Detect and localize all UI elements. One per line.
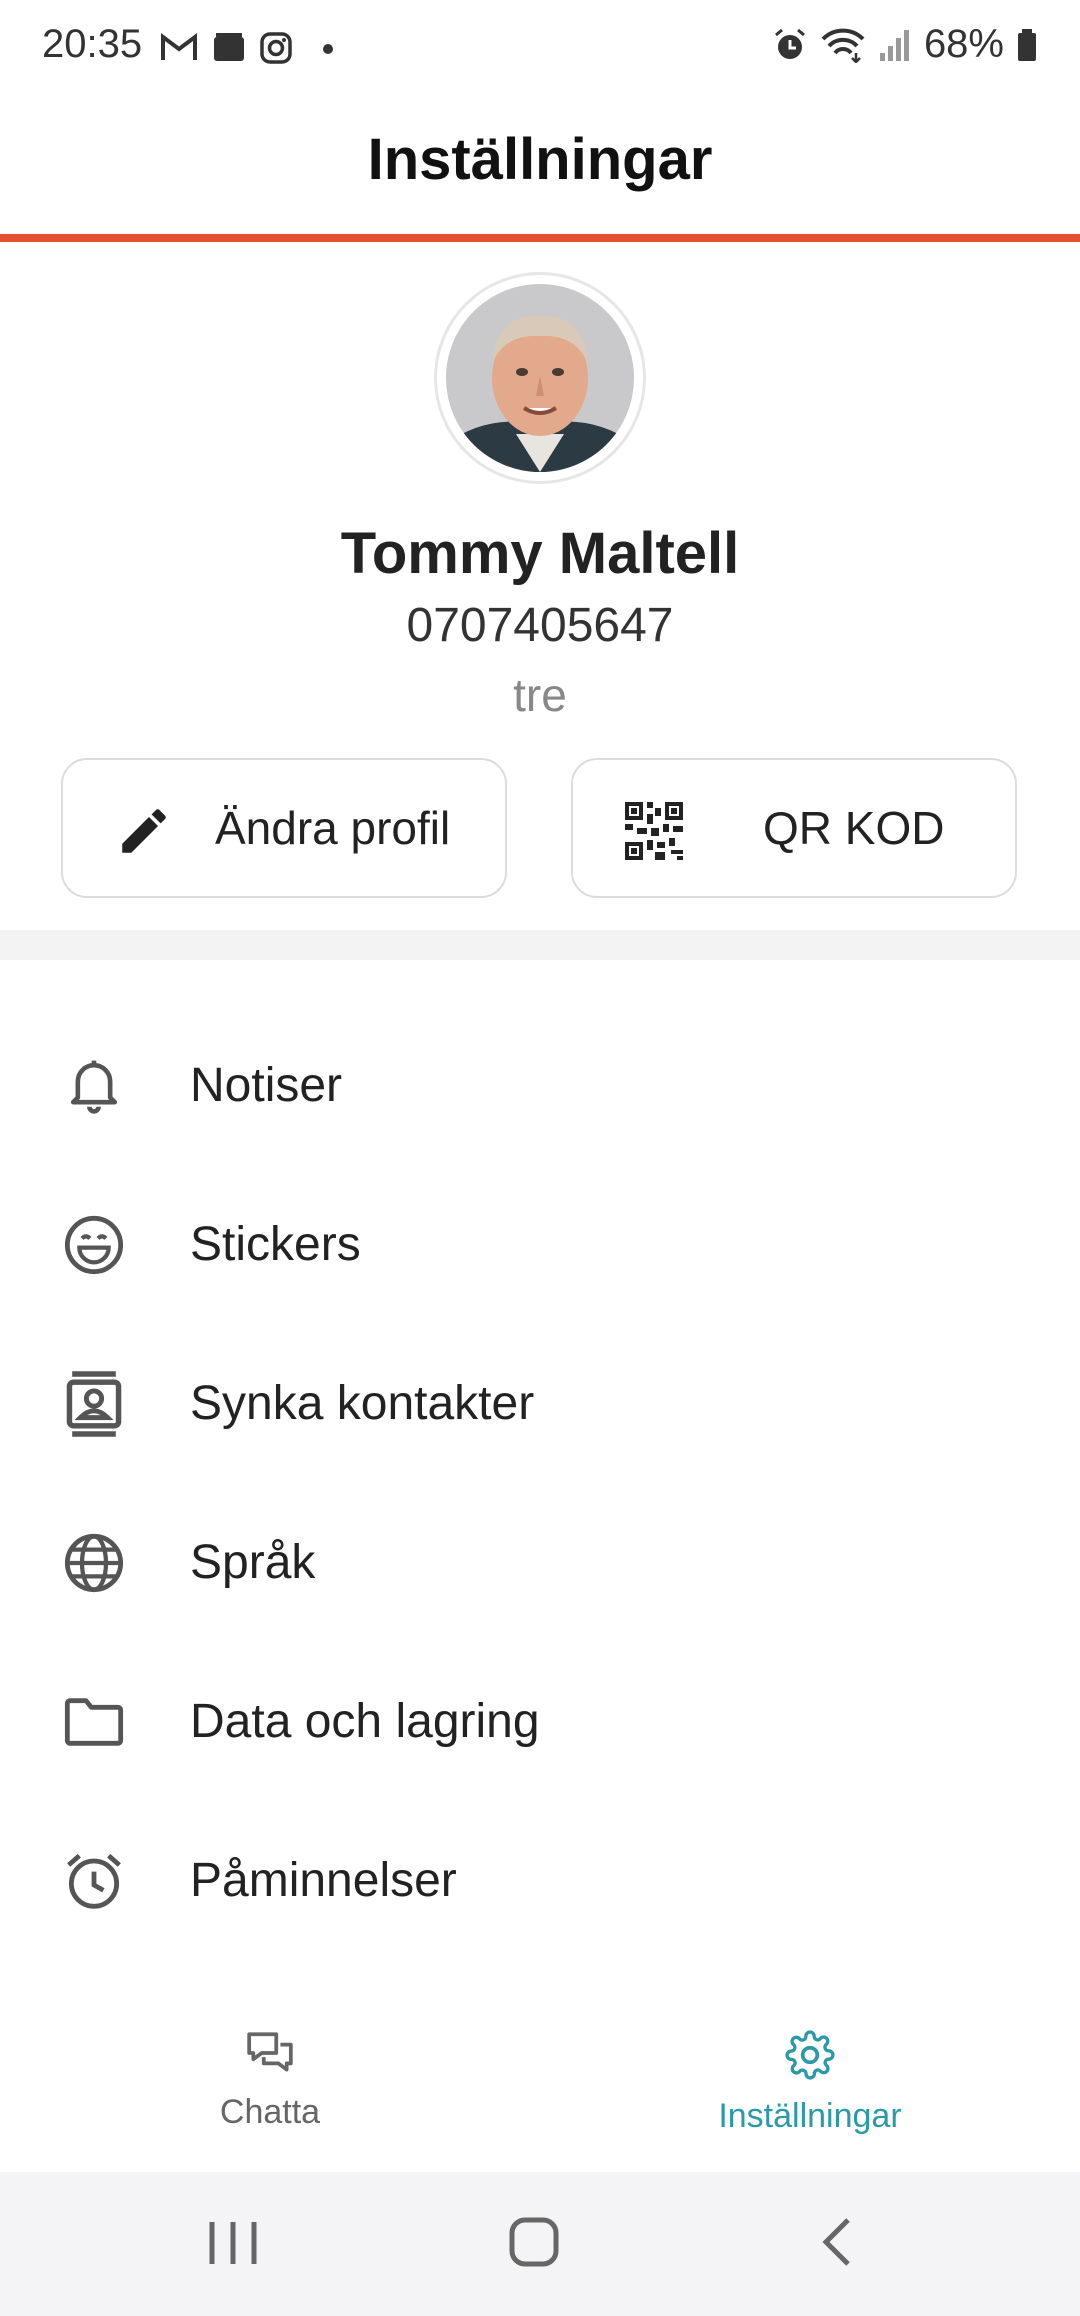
menu-item-synka-kontakter[interactable]: Synka kontakter [0,1324,1080,1483]
accent-line [0,234,1080,242]
menu-label: Språk [190,1536,316,1589]
home-icon[interactable] [508,2216,560,2268]
menu-item-data-och-lagring[interactable]: Data och lagring [0,1642,1080,1801]
signal-icon [879,29,909,61]
chat-icon [247,2032,293,2072]
status-time: 20:35 [42,22,143,66]
profile-operator: tre [513,669,567,721]
status-left-icons [160,28,336,68]
menu-item-sprak[interactable]: Språk [0,1483,1080,1642]
menu-item-stickers[interactable]: Stickers [0,1165,1080,1324]
qr-code-button[interactable]: QR KOD [571,758,1017,898]
menu-label: Data och lagring [190,1695,540,1748]
menu-label: Stickers [190,1218,361,1271]
recent-apps-icon[interactable] [206,2218,260,2268]
status-bar: 20:35 68% [0,0,1080,96]
instagram-icon [260,32,292,64]
edit-profile-label: Ändra profil [215,802,451,854]
tab-label: Inställningar [718,2097,902,2135]
contacts-icon [60,1370,128,1438]
qr-code-label: QR KOD [763,802,945,854]
profile-phone: 0707405647 [406,599,674,652]
alarm-clock-icon [60,1847,128,1915]
tab-label: Chatta [219,2093,321,2131]
qr-code-icon [625,802,683,860]
dot-icon [323,44,333,54]
tab-installningar[interactable]: Inställningar [660,2030,960,2136]
avatar[interactable] [446,284,634,472]
smiley-icon [60,1211,128,1279]
profile-name: Tommy Maltell [340,521,740,586]
battery-percentage: 68% [923,22,1004,66]
edit-profile-button[interactable]: Ändra profil [61,758,507,898]
status-right: 68% [772,22,1038,67]
tab-chatta[interactable]: Chatta [120,2030,420,2132]
menu-label: Notiser [190,1059,343,1112]
pencil-icon [122,809,166,853]
gmail-icon [161,33,197,60]
wallet-icon [214,33,244,61]
battery-icon [1018,28,1036,61]
globe-icon [60,1529,128,1597]
section-divider [0,930,1080,960]
folder-icon [60,1688,128,1756]
alarm-icon [774,28,805,59]
menu-label: Synka kontakter [190,1377,535,1430]
gear-icon [785,2030,835,2080]
wifi-icon [821,28,865,63]
bell-icon [60,1052,128,1120]
menu-item-paminnelser[interactable]: Påminnelser [0,1801,1080,1960]
back-icon[interactable] [818,2216,856,2268]
menu-label: Påminnelser [190,1854,457,1907]
menu-item-notiser[interactable]: Notiser [0,1006,1080,1165]
system-nav-bar [0,2172,1080,2316]
page-title: Inställningar [367,127,713,192]
